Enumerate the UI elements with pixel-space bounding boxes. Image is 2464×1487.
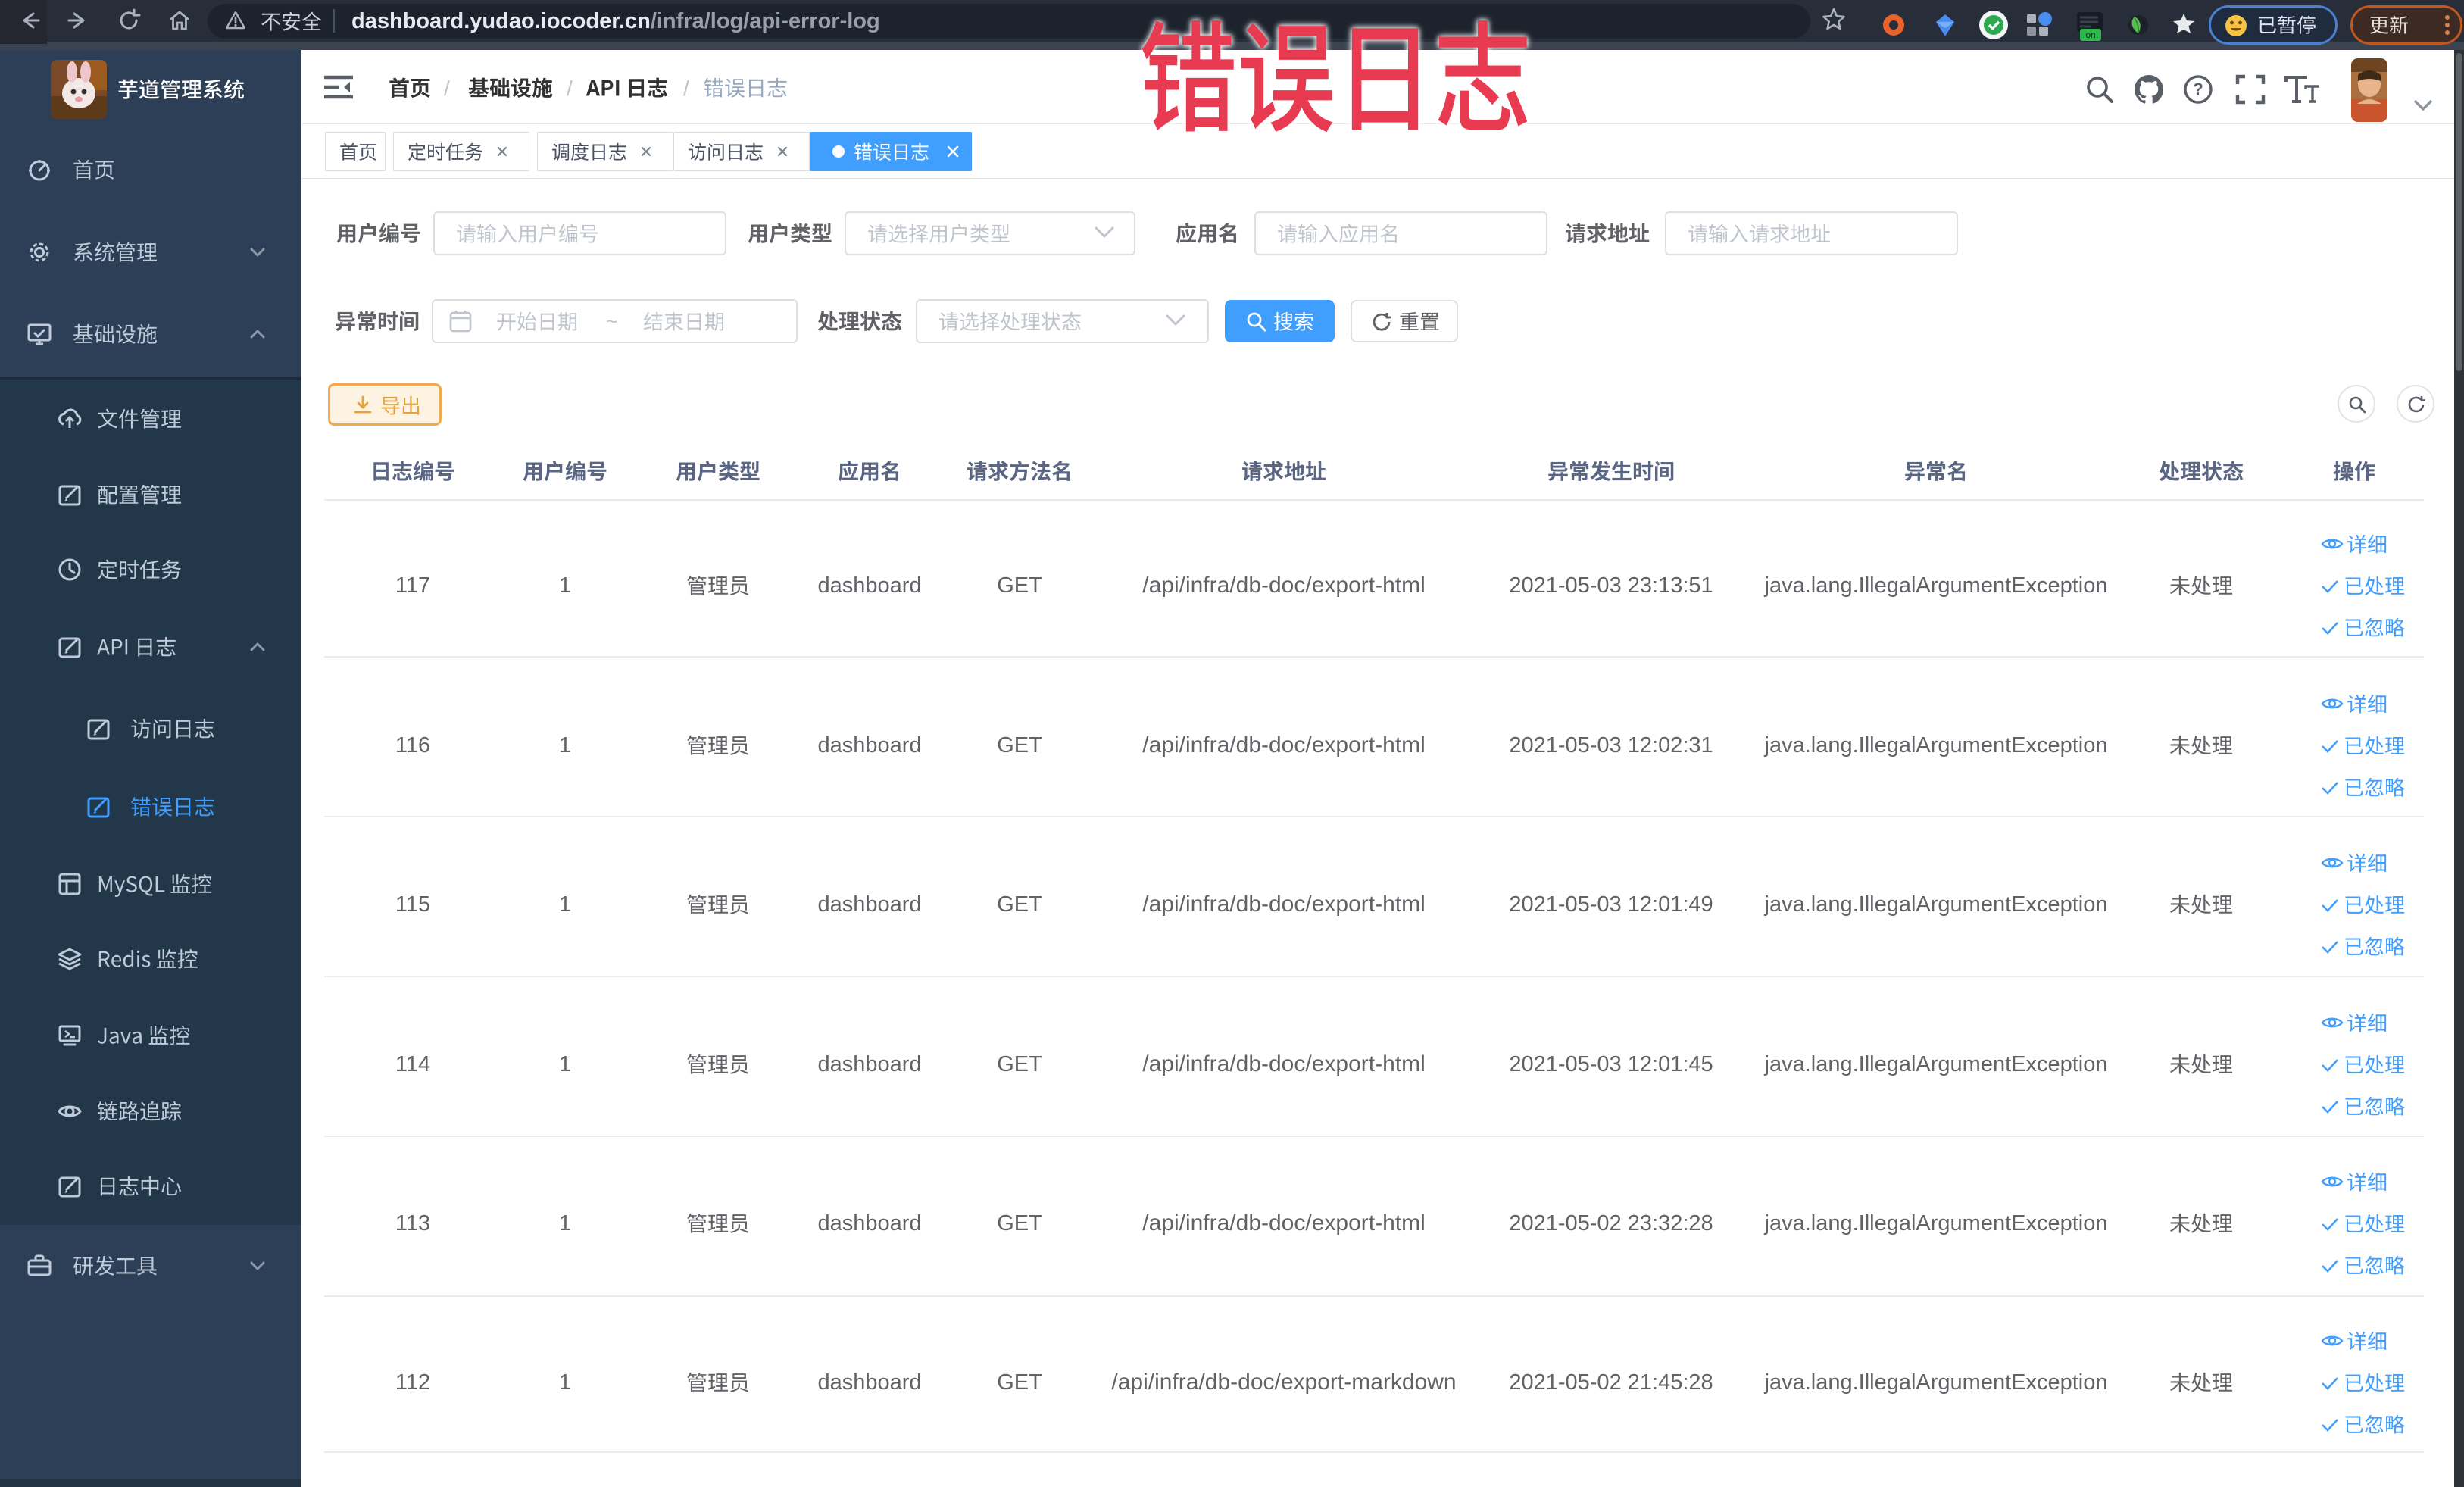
svg-text:on: on xyxy=(2085,30,2095,40)
svg-text:?: ? xyxy=(2193,80,2203,98)
